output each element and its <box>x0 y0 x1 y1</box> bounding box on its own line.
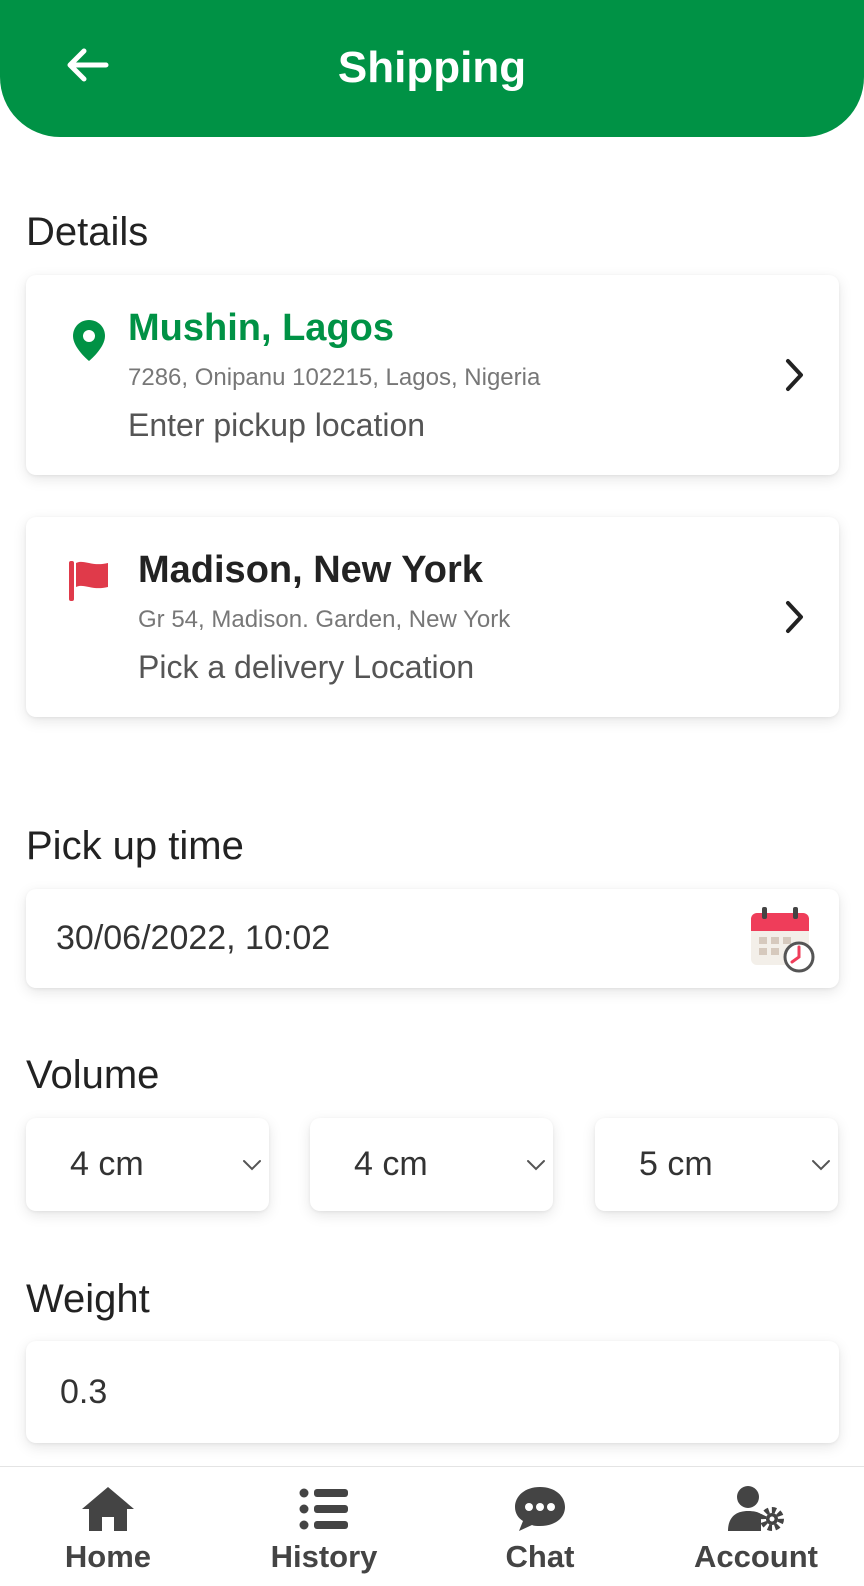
map-pin-icon <box>73 320 105 361</box>
nav-label-chat: Chat <box>505 1539 575 1574</box>
nav-label-history: History <box>270 1539 378 1574</box>
details-section-title: Details <box>26 210 149 254</box>
volume-width-value: 4 cm <box>354 1145 428 1183</box>
calendar-clock-icon[interactable] <box>747 905 817 975</box>
bottom-navigation: Home History Chat Account <box>0 1466 864 1585</box>
nav-item-home[interactable]: Home <box>0 1467 216 1586</box>
page-title: Shipping <box>337 43 527 92</box>
volume-height-select[interactable]: 5 cm <box>595 1118 838 1211</box>
volume-height-value: 5 cm <box>639 1145 713 1183</box>
delivery-location-address: Gr 54, Madison. Garden, New York <box>138 606 511 633</box>
pickup-time-value: 30/06/2022, 10:02 <box>56 919 331 957</box>
chat-bubble-icon <box>515 1487 565 1531</box>
volume-length-select[interactable]: 4 cm <box>26 1118 269 1211</box>
weight-input[interactable] <box>60 1369 800 1415</box>
pickup-location-hint: Enter pickup location <box>128 407 426 443</box>
delivery-location-name: Madison, New York <box>138 549 483 591</box>
nav-item-account[interactable]: Account <box>648 1467 864 1586</box>
pickup-location-address: 7286, Onipanu 102215, Lagos, Nigeria <box>128 364 541 391</box>
volume-length-value: 4 cm <box>70 1145 144 1183</box>
weight-field[interactable] <box>26 1341 839 1443</box>
chevron-right-icon <box>786 359 803 391</box>
chevron-down-icon <box>527 1160 545 1171</box>
nav-item-history[interactable]: History <box>216 1467 432 1586</box>
volume-section-title: Volume <box>26 1053 160 1097</box>
chevron-right-icon <box>786 601 803 633</box>
weight-section-title: Weight <box>26 1277 150 1321</box>
pickup-time-section-title: Pick up time <box>26 824 244 868</box>
home-icon <box>82 1487 134 1531</box>
list-icon <box>299 1488 348 1530</box>
flag-icon <box>69 561 108 601</box>
delivery-location-hint: Pick a delivery Location <box>138 649 475 685</box>
volume-width-select[interactable]: 4 cm <box>310 1118 553 1211</box>
nav-label-account: Account <box>694 1539 818 1574</box>
pickup-location-card[interactable]: Mushin, Lagos 7286, Onipanu 102215, Lago… <box>26 275 839 475</box>
chevron-down-icon <box>243 1160 261 1171</box>
app-header: Shipping <box>0 0 864 137</box>
pickup-location-name: Mushin, Lagos <box>128 307 394 349</box>
pickup-time-field[interactable]: 30/06/2022, 10:02 <box>26 889 839 988</box>
nav-item-chat[interactable]: Chat <box>432 1467 648 1586</box>
delivery-location-card[interactable]: Madison, New York Gr 54, Madison. Garden… <box>26 517 839 717</box>
user-settings-icon <box>728 1486 784 1531</box>
nav-label-home: Home <box>64 1539 152 1574</box>
chevron-down-icon <box>812 1160 830 1171</box>
